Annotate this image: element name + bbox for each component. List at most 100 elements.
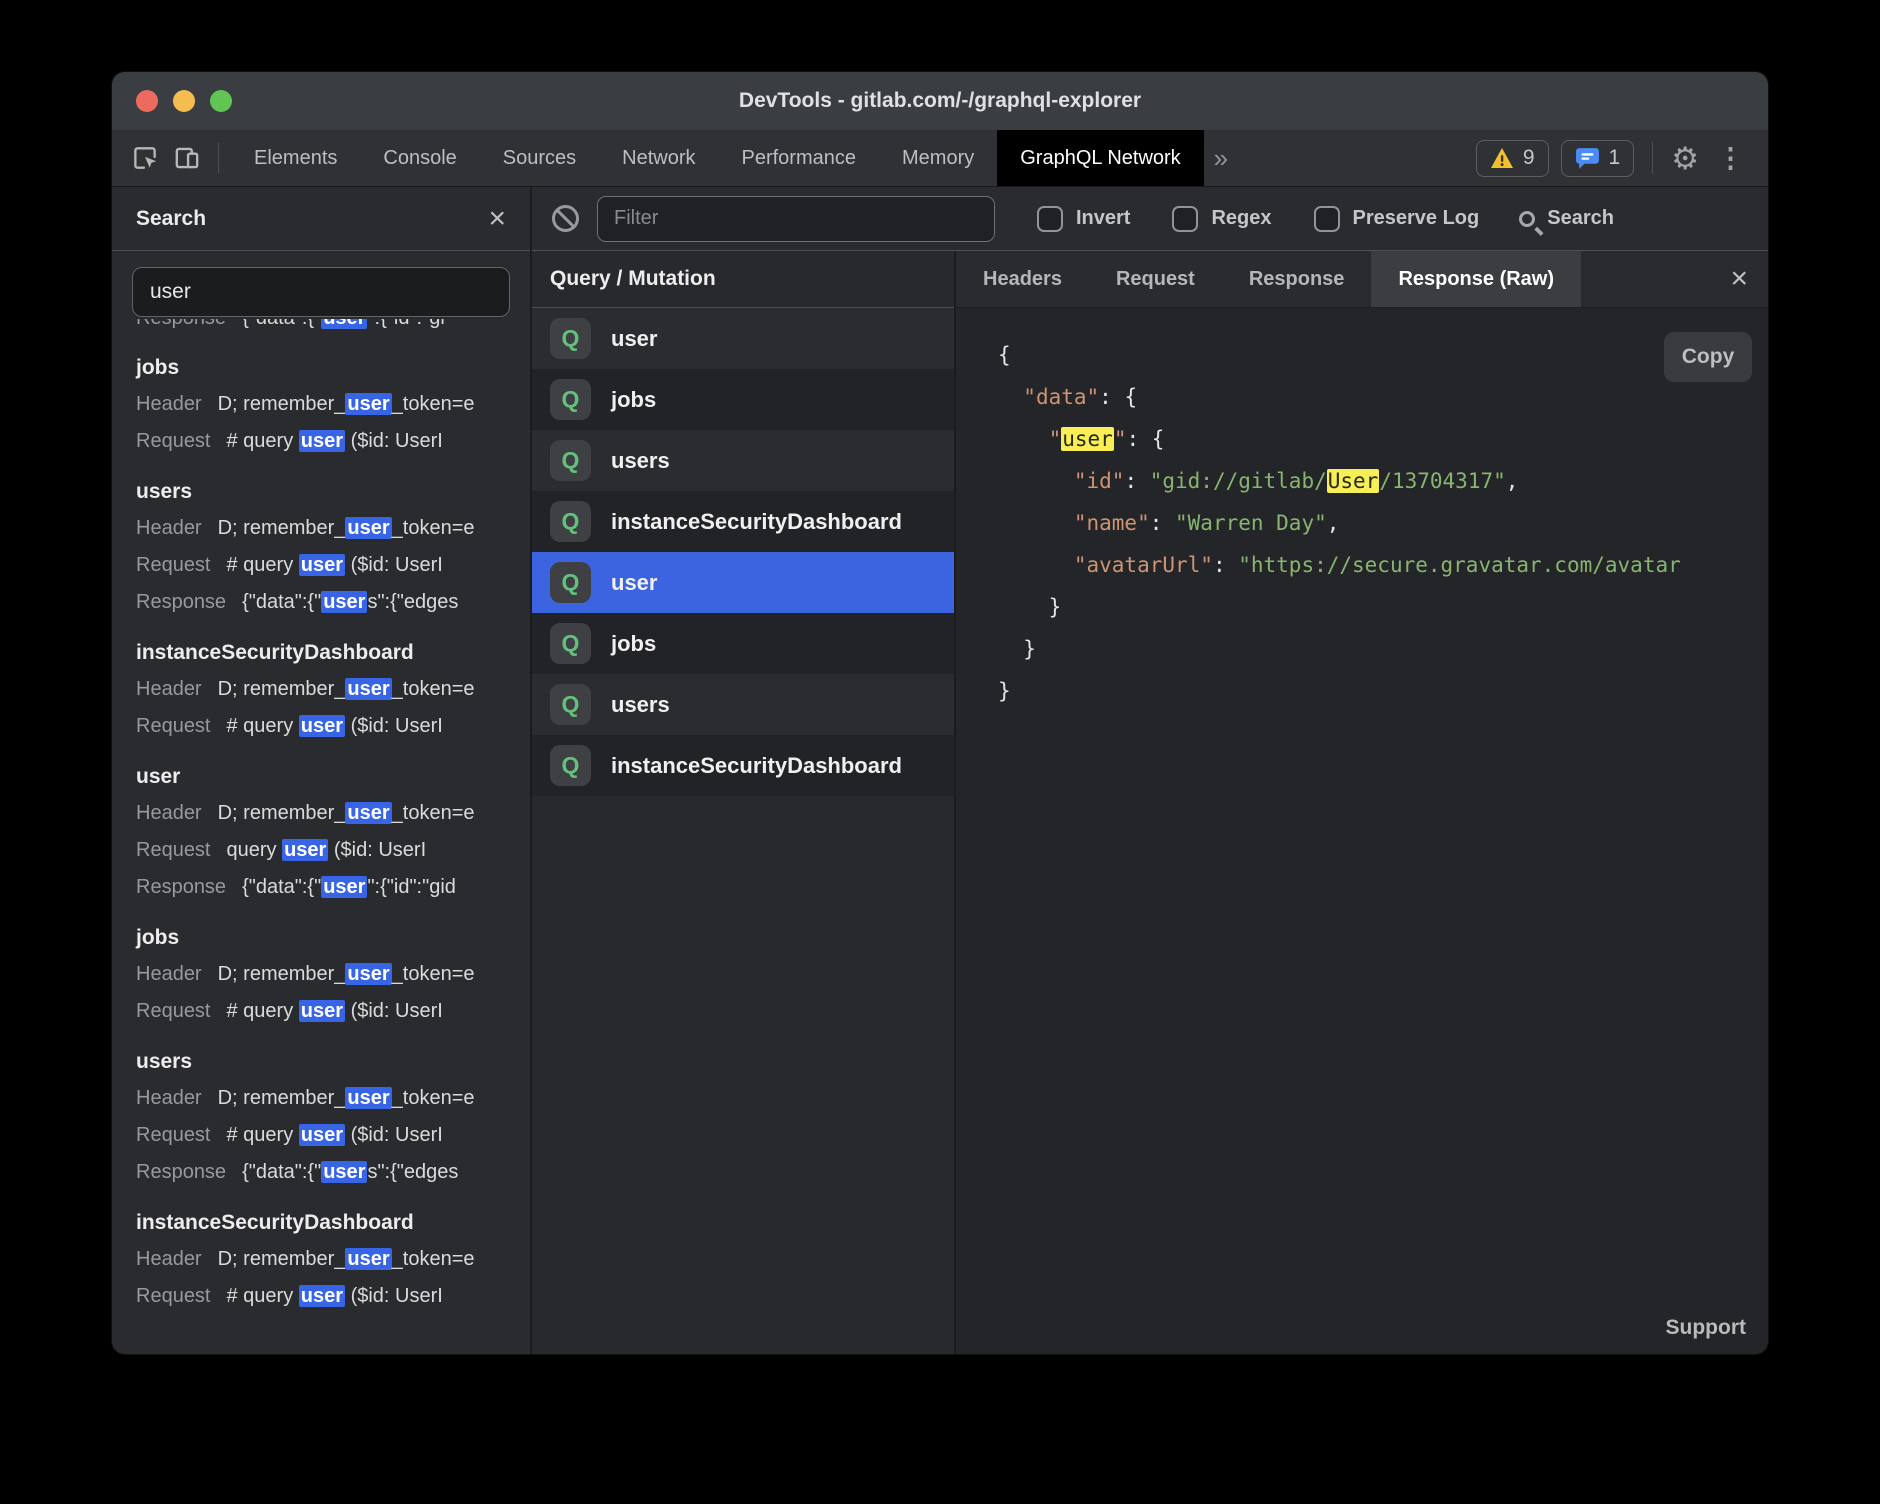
match-highlight: user [299,1285,345,1307]
result-text: ($id: UserI [345,430,443,452]
result-line-value: {"data":{"user":{"id":"gi [242,319,445,336]
result-line[interactable]: Request# query user ($id: UserI [136,1278,530,1315]
minimize-window-button[interactable] [173,90,195,112]
result-section-title[interactable]: jobs [136,350,530,386]
support-link[interactable]: Support [1666,1316,1746,1340]
tab-memory[interactable]: Memory [879,130,997,186]
preserve-log-checkbox[interactable] [1314,206,1340,232]
close-detail-icon[interactable]: × [1730,264,1748,294]
json-token: , [1506,469,1519,493]
clear-log-icon[interactable] [552,205,579,232]
settings-gear-icon[interactable]: ⚙ [1671,143,1699,174]
result-section-title[interactable]: users [136,1044,530,1080]
tab-network[interactable]: Network [599,130,718,186]
tab-console[interactable]: Console [360,130,479,186]
tabbar-right: 9 1 ⚙ ⋮ [1476,140,1768,177]
result-line-label: Response [136,584,226,621]
regex-checkbox-group: Regex [1172,206,1271,232]
result-line[interactable]: Response {"data":{"user":{"id":"gi [136,319,530,336]
tab-sources[interactable]: Sources [480,130,599,186]
detail-tab-response[interactable]: Response [1222,251,1372,307]
result-line[interactable]: Response{"data":{"users":{"edges [136,584,530,621]
result-line-label: Header [136,795,202,832]
result-line[interactable]: Response{"data":{"users":{"edges [136,1154,530,1191]
close-search-panel-icon[interactable]: × [488,204,506,234]
device-toolbar-icon[interactable] [170,141,204,175]
query-row-instanceSecurityDashboard[interactable]: QinstanceSecurityDashboard [532,735,954,796]
json-token: " [1114,427,1127,451]
devtools-window: DevTools - gitlab.com/-/graphql-explorer… [112,72,1768,1354]
query-row-users[interactable]: Qusers [532,430,954,491]
search-toggle[interactable]: Search [1519,207,1614,230]
json-token: : [1150,511,1175,535]
result-section-title[interactable]: instanceSecurityDashboard [136,1205,530,1241]
result-section: instanceSecurityDashboardHeaderD; rememb… [136,635,530,745]
close-window-button[interactable] [136,90,158,112]
json-token: /13704317" [1379,469,1505,493]
result-line[interactable]: HeaderD; remember_user_token=e [136,1241,530,1278]
result-line-value: # query user ($id: UserI [227,423,443,460]
result-text: {"data":{" [242,1161,321,1183]
result-section-title[interactable]: instanceSecurityDashboard [136,635,530,671]
detail-tab-response-raw-[interactable]: Response (Raw) [1371,251,1581,307]
search-icon [1519,211,1535,227]
json-token: , [1327,511,1340,535]
detail-tab-headers[interactable]: Headers [956,251,1089,307]
query-row-users[interactable]: Qusers [532,674,954,735]
result-line[interactable]: Requestquery user ($id: UserI [136,832,530,869]
result-section-title[interactable]: users [136,474,530,510]
search-toggle-label: Search [1547,207,1614,230]
zoom-window-button[interactable] [210,90,232,112]
result-line[interactable]: Request# query user ($id: UserI [136,1117,530,1154]
result-line-label: Request [136,708,211,745]
query-row-instanceSecurityDashboard[interactable]: QinstanceSecurityDashboard [532,491,954,552]
more-tabs-chevron-icon[interactable]: » [1214,143,1228,174]
json-token [998,385,1023,409]
partial-result-line[interactable]: Response {"data":{"user":{"id":"gi [136,319,530,336]
result-line-label: Request [136,993,211,1030]
kebab-menu-icon[interactable]: ⋮ [1711,143,1750,174]
result-line[interactable]: Request# query user ($id: UserI [136,423,530,460]
result-line[interactable]: HeaderD; remember_user_token=e [136,1080,530,1117]
regex-checkbox[interactable] [1172,206,1198,232]
result-line-value: query user ($id: UserI [227,832,427,869]
json-token: : [1124,469,1149,493]
query-row-jobs[interactable]: Qjobs [532,613,954,674]
inspect-element-icon[interactable] [128,141,162,175]
result-line[interactable]: HeaderD; remember_user_token=e [136,795,530,832]
filter-input[interactable] [597,196,995,242]
result-line[interactable]: HeaderD; remember_user_token=e [136,956,530,993]
result-section-title[interactable]: jobs [136,920,530,956]
issues-badge[interactable]: 1 [1561,140,1635,177]
invert-label: Invert [1076,207,1130,230]
result-line[interactable]: Request# query user ($id: UserI [136,708,530,745]
result-line[interactable]: Response{"data":{"user":{"id":"gid [136,869,530,906]
result-line-label: Response [136,319,226,336]
result-line-value: # query user ($id: UserI [227,993,443,1030]
result-line[interactable]: HeaderD; remember_user_token=e [136,510,530,547]
result-line[interactable]: Request # query user ($id: UserI [136,993,530,1030]
copy-button[interactable]: Copy [1664,332,1752,382]
tab-elements[interactable]: Elements [231,130,360,186]
json-token [998,553,1074,577]
query-row-user[interactable]: Quser [532,552,954,613]
result-section-title[interactable]: user [136,759,530,795]
network-area: Invert Regex Preserve Log Search [532,187,1768,1354]
result-line-label: Response [136,869,226,906]
toolbar-divider [218,143,219,173]
detail-tab-request[interactable]: Request [1089,251,1222,307]
titlebar: DevTools - gitlab.com/-/graphql-explorer [112,72,1768,130]
result-line-value: D; remember_user_token=e [218,386,475,423]
invert-checkbox[interactable] [1037,206,1063,232]
result-line-value: D; remember_user_token=e [218,671,475,708]
query-row-jobs[interactable]: Qjobs [532,369,954,430]
tab-graphql-network[interactable]: GraphQL Network [997,130,1203,186]
result-line[interactable]: HeaderD; remember_user_token=e [136,386,530,423]
result-line[interactable]: HeaderD; remember_user_token=e [136,671,530,708]
query-row-user[interactable]: Quser [532,308,954,369]
json-line: "data": { [998,376,1768,418]
search-input[interactable] [132,267,510,317]
result-line[interactable]: Request# query user ($id: UserI [136,547,530,584]
tab-performance[interactable]: Performance [719,130,880,186]
warnings-badge[interactable]: 9 [1476,140,1549,177]
